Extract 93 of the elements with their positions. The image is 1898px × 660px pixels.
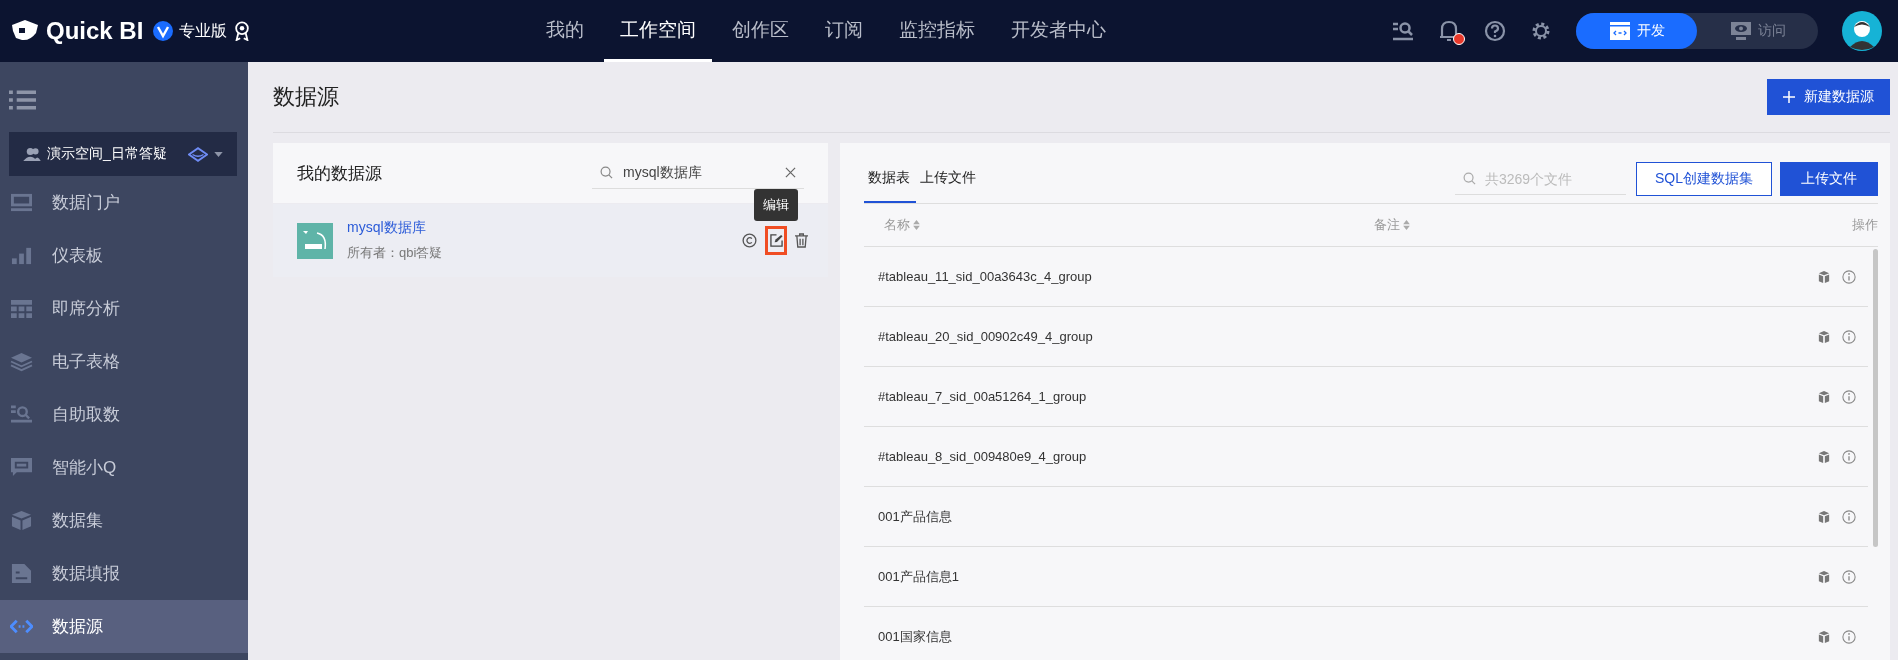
- info-icon[interactable]: [1842, 509, 1856, 524]
- cube-icon[interactable]: [1818, 270, 1830, 283]
- search-list-icon: [10, 404, 33, 425]
- create-dataset-button[interactable]: SQL创建数据集: [1636, 162, 1772, 196]
- cube-icon[interactable]: [1818, 570, 1830, 583]
- sidebar-item[interactable]: 数据填报: [0, 547, 248, 600]
- cube-icon[interactable]: [1818, 390, 1830, 403]
- table-name-cell-text: #tableau_7_sid_00a51264_1_group: [878, 389, 1088, 404]
- sidebar-item[interactable]: 自助取数: [0, 388, 248, 441]
- table-row[interactable]: #tableau_20_sid_00902c49_4_group: [864, 307, 1868, 367]
- mode-tab[interactable]: 访问: [1697, 13, 1818, 49]
- search-field[interactable]: 共3269个文件: [1483, 169, 1618, 188]
- avatar[interactable]: [1842, 11, 1882, 51]
- sidebar-item[interactable]: 数据源: [0, 600, 248, 653]
- diamond-icon: [188, 146, 208, 162]
- bell-icon[interactable]: [1438, 19, 1460, 43]
- datasource-name[interactable]: mysql数据库: [347, 219, 728, 237]
- table-row[interactable]: #tableau_11_sid_00a3643c_4_group: [864, 247, 1868, 307]
- layers-icon: [10, 351, 33, 372]
- info-icon[interactable]: [1842, 269, 1856, 284]
- page-title: 数据源: [273, 83, 339, 111]
- search-icon: [600, 166, 613, 179]
- info-icon[interactable]: [1842, 569, 1856, 584]
- column-header: 操作: [1852, 216, 1878, 234]
- sort-icon[interactable]: [913, 220, 920, 230]
- cube-icon[interactable]: [1818, 450, 1830, 463]
- cube-icon: [10, 510, 33, 531]
- cube-icon[interactable]: [1818, 510, 1830, 523]
- document-icon: [10, 563, 33, 584]
- table-name-cell-text: 001产品信息1: [878, 567, 960, 586]
- monitor-icon: [10, 192, 33, 213]
- nav-tab[interactable]: 工作空间: [604, 0, 712, 62]
- sidebar-item[interactable]: 数据集: [0, 494, 248, 547]
- tab[interactable]: 上传文件: [916, 169, 982, 203]
- info-icon[interactable]: [1842, 329, 1856, 344]
- table-name-cell-text: #tableau_8_sid_009480e9_4_group: [878, 449, 1088, 464]
- table-name-cell-text: 001国家信息: [878, 627, 953, 646]
- datasource-owner: 所有者：qbi答疑: [347, 244, 444, 262]
- info-icon[interactable]: [1842, 389, 1856, 404]
- users-icon: [23, 147, 41, 161]
- mode-tab[interactable]: 开发: [1576, 13, 1697, 49]
- cube-icon[interactable]: [1818, 630, 1830, 643]
- tooltip: 编辑: [754, 189, 798, 221]
- nav-tab[interactable]: 我的: [530, 0, 600, 62]
- logo-text: Quick BI: [46, 17, 144, 45]
- settings-icon[interactable]: [1530, 20, 1552, 42]
- new-datasource-button[interactable]: 新建数据源: [1767, 79, 1890, 115]
- sidebar-item[interactable]: 智能小Q: [0, 441, 248, 494]
- table-row[interactable]: #tableau_8_sid_009480e9_4_group: [864, 427, 1868, 487]
- sort-icon[interactable]: [1403, 220, 1410, 230]
- sidebar-item[interactable]: 仪表板: [0, 229, 248, 282]
- sidebar-item[interactable]: 数据门户: [0, 176, 248, 229]
- nav-tab[interactable]: 创作区: [716, 0, 805, 62]
- table-row[interactable]: #tableau_7_sid_00a51264_1_group: [864, 367, 1868, 427]
- info-icon[interactable]: [1842, 449, 1856, 464]
- menu-icon[interactable]: [9, 90, 36, 110]
- workspace-selector[interactable]: 演示空间_日常答疑: [9, 132, 237, 176]
- bar-chart-icon: [10, 245, 33, 266]
- table-row[interactable]: 001产品信息: [864, 487, 1868, 547]
- info-icon[interactable]: [1842, 629, 1856, 644]
- tab[interactable]: 数据表: [864, 169, 916, 203]
- nav-tab[interactable]: 开发者中心: [995, 0, 1122, 62]
- search-icon: [1463, 172, 1476, 185]
- upload-button[interactable]: 上传文件: [1780, 162, 1878, 196]
- monitor-eye-icon: [1729, 21, 1752, 41]
- sidebar-item[interactable]: 电子表格: [0, 335, 248, 388]
- logo-icon: [10, 19, 40, 43]
- caret-icon: [214, 151, 223, 157]
- table-name-cell-text: #tableau_11_sid_00a3643c_4_group: [878, 269, 1093, 284]
- copyright-icon[interactable]: [742, 233, 757, 248]
- award-icon: [233, 21, 252, 41]
- grid-icon: [10, 298, 33, 319]
- panel-title: 我的数据源: [297, 162, 383, 185]
- edition-label: 专业版: [179, 20, 228, 41]
- plus-icon: [1783, 91, 1795, 103]
- code-window-icon: [1608, 21, 1631, 41]
- v-badge-icon: [153, 21, 174, 41]
- sidebar-item[interactable]: 即席分析: [0, 282, 248, 335]
- help-icon[interactable]: [1484, 20, 1506, 42]
- nav-tab[interactable]: 订阅: [809, 0, 879, 62]
- scrollbar[interactable]: [1873, 249, 1878, 547]
- search-list-icon[interactable]: [1392, 20, 1414, 42]
- table-row[interactable]: 001国家信息: [864, 607, 1868, 660]
- table-name-cell-text: #tableau_20_sid_00902c49_4_group: [878, 329, 1094, 344]
- chat-icon: [10, 457, 33, 478]
- edit-icon[interactable]: [765, 226, 787, 255]
- table-name-cell-text: 001产品信息: [878, 507, 953, 526]
- search-field[interactable]: mysql数据库: [621, 163, 777, 182]
- trash-icon[interactable]: [795, 233, 808, 248]
- cube-icon[interactable]: [1818, 330, 1830, 343]
- close-icon[interactable]: [785, 167, 796, 178]
- nav-tab[interactable]: 监控指标: [883, 0, 991, 62]
- table-row[interactable]: 001产品信息1: [864, 547, 1868, 607]
